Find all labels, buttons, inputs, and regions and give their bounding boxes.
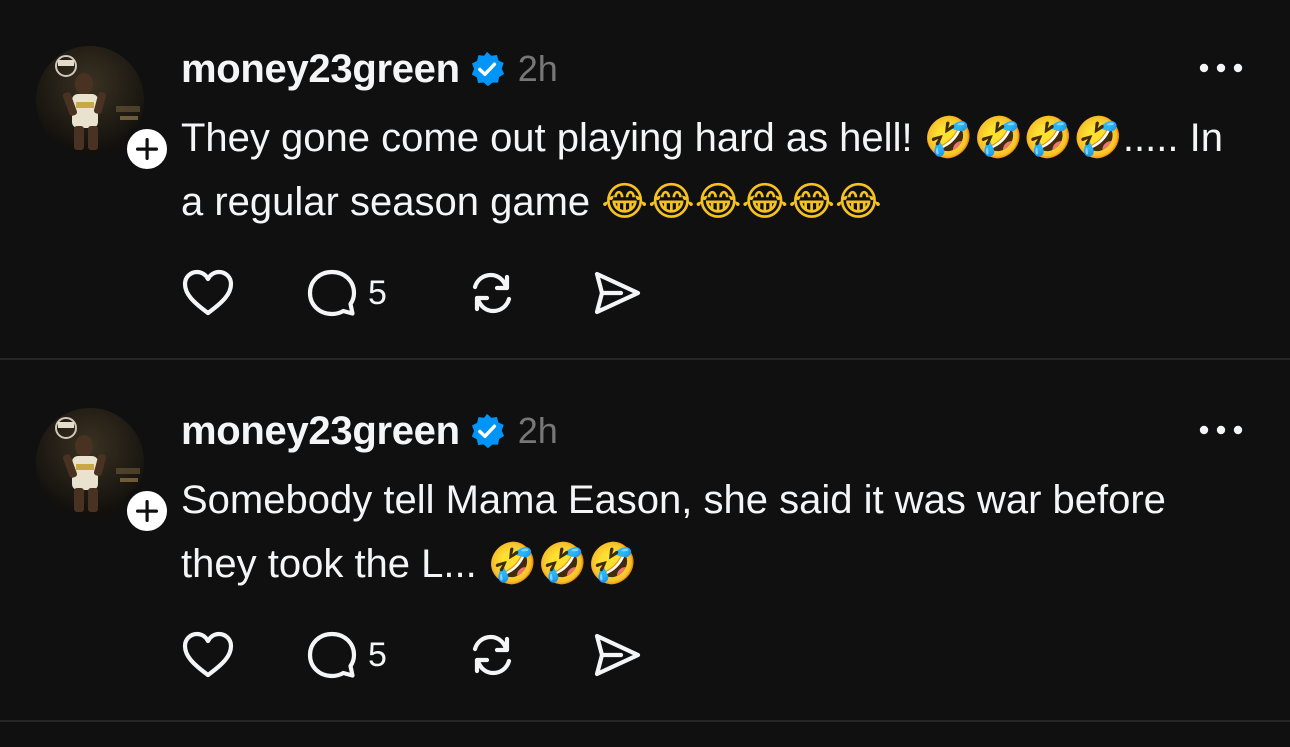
username[interactable]: money23green (181, 47, 460, 92)
reply-button[interactable]: 5 (306, 627, 387, 683)
post-actions: 5 (181, 627, 681, 683)
repost-button[interactable] (466, 265, 518, 321)
post-header: money23green 2h (181, 407, 558, 455)
repost-button[interactable] (466, 627, 518, 683)
verified-check-icon (471, 413, 504, 449)
follow-button[interactable] (122, 124, 172, 174)
follow-button[interactable] (122, 486, 172, 536)
post-text-emojis: 🤣🤣🤣 (487, 541, 638, 587)
post-header: money23green 2h (181, 45, 558, 93)
thread-post[interactable]: money23green 2h They gone come out playi… (0, 0, 1290, 358)
post-text-emojis: 🤣🤣🤣🤣 (923, 115, 1123, 161)
more-options-icon[interactable] (1198, 58, 1244, 78)
post-time: 2h (517, 48, 558, 89)
comment-bubble-icon (307, 269, 357, 317)
reply-button[interactable]: 5 (306, 265, 387, 321)
like-button[interactable] (181, 265, 235, 321)
more-options-icon[interactable] (1198, 420, 1244, 440)
post-text-main: They gone come out playing hard as hell! (181, 116, 913, 160)
heart-icon (182, 631, 234, 678)
post-actions: 5 (181, 265, 681, 321)
post-text-main: Somebody tell Mama Eason, she said it wa… (181, 478, 1166, 586)
heart-icon (182, 269, 234, 316)
verified-check-icon (471, 51, 504, 87)
avatar-container[interactable] (36, 46, 172, 174)
thread-post[interactable]: money23green 2h Somebody tell Mama Eason… (0, 362, 1290, 720)
post-text: They gone come out playing hard as hell!… (181, 106, 1241, 234)
post-text: Somebody tell Mama Eason, she said it wa… (181, 468, 1241, 596)
avatar-container[interactable] (36, 408, 172, 536)
divider (0, 358, 1290, 360)
reply-count: 5 (368, 635, 387, 674)
share-button[interactable] (591, 265, 643, 321)
divider (0, 720, 1290, 722)
comment-bubble-icon (307, 631, 357, 679)
reply-count: 5 (368, 273, 387, 312)
repost-icon (472, 272, 512, 314)
username[interactable]: money23green (181, 409, 460, 454)
like-button[interactable] (181, 627, 235, 683)
send-icon (594, 633, 641, 677)
post-text-emojis-2: 😂😂😂😂😂😂 (601, 179, 882, 225)
plus-icon (136, 138, 158, 160)
plus-icon (136, 500, 158, 522)
post-time: 2h (517, 410, 558, 451)
share-button[interactable] (591, 627, 643, 683)
repost-icon (472, 634, 512, 676)
send-icon (594, 271, 641, 315)
